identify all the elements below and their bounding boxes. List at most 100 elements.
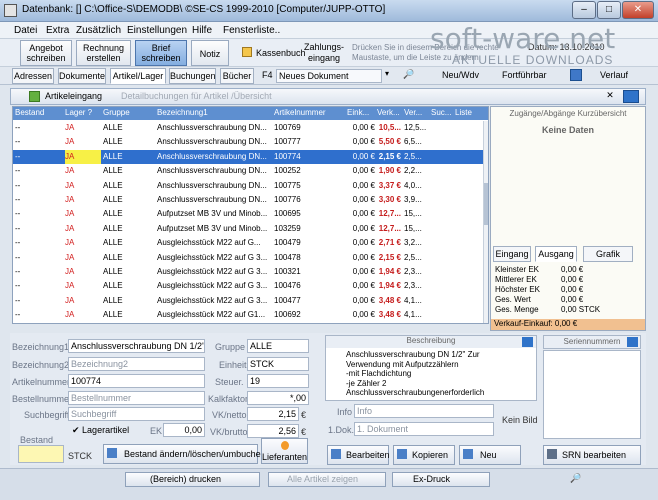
table-row[interactable]: -- JA ALLE Ausgleichsstück M22 auf G1... 100…: [13, 308, 488, 322]
status-search-icon[interactable]: 🔎: [570, 473, 581, 484]
tab-grafik[interactable]: Grafik: [583, 246, 633, 262]
table-row[interactable]: -- JA ALLE Ausgleichsstück M22 auf G 3... 10…: [13, 279, 488, 293]
angebot-button[interactable]: Angebot schreiben: [20, 40, 72, 66]
article-table: Bestand Lager ? Gruppe Bezeichnung1 Arti…: [12, 106, 489, 324]
beschreibung-toggle-icon[interactable]: [522, 337, 533, 347]
table-cell: 3,48 €: [378, 310, 401, 320]
ex-druck-button[interactable]: Ex-Druck: [392, 472, 490, 487]
fortfuehrbar-button[interactable]: Fortführbar: [502, 70, 547, 80]
bereich-drucken-button[interactable]: (Bereich) drucken: [125, 472, 260, 487]
table-row[interactable]: -- JA ALLE Anschlussverschraubung DN... 1007…: [13, 121, 488, 135]
bestellnummer-field[interactable]: Bestellnummer: [68, 391, 205, 405]
menu-fensterliste[interactable]: Fensterliste..: [223, 25, 280, 36]
col-bestand[interactable]: Bestand: [15, 108, 63, 117]
bezeichnung2-field[interactable]: Bezeichnung2: [68, 357, 205, 371]
lieferanten-icon: [281, 441, 289, 450]
tab-buecher[interactable]: Bücher: [220, 68, 254, 84]
table-row[interactable]: -- JA ALLE Aufputzset MB 3V und Minob... 103…: [13, 222, 488, 236]
col-lager[interactable]: Lager ?: [65, 108, 101, 117]
table-cell: 10,5...: [378, 123, 401, 132]
kalkfaktor-label: Kalkfaktor: [208, 394, 249, 404]
menu-hilfe[interactable]: Hilfe: [192, 25, 212, 36]
table-row[interactable]: -- JA ALLE Anschlussverschraubung DN... 1007…: [13, 179, 488, 193]
table-cell: 12,7...: [378, 223, 401, 233]
close-button[interactable]: ✕: [622, 1, 654, 19]
zahlungseingang-label-2: eingang: [307, 53, 341, 63]
table-row[interactable]: -- JA ALLE Anschlussverschraubung DN... 1007…: [13, 193, 488, 207]
artikeleingang-button[interactable]: Artikeleingang: [45, 91, 102, 101]
neu-wdv-button[interactable]: Neu/Wdv: [442, 70, 479, 80]
verlauf-button[interactable]: Verlauf: [600, 70, 628, 80]
table-row[interactable]: -- JA ALLE Anschlussverschraubung DN... 1007…: [13, 149, 488, 165]
bestand-aendern-button[interactable]: Bestand ändern/löschen/umbuchen: [103, 444, 266, 464]
stat-value: 0,00 €: [561, 285, 584, 294]
info-field[interactable]: Info: [354, 404, 494, 418]
col-suche[interactable]: Suc...: [431, 108, 453, 117]
tab-artikel-lager[interactable]: Artikel/Lager: [110, 68, 166, 84]
table-cell: ALLE: [103, 295, 123, 305]
table-cell: 100692: [274, 310, 301, 320]
table-cell: ALLE: [103, 195, 123, 204]
artikelnummer-field[interactable]: 100774: [68, 374, 205, 388]
col-gruppe[interactable]: Gruppe: [103, 108, 153, 117]
table-row[interactable]: -- JA ALLE Ausgleichsstück M22 auf G 3... 10…: [13, 251, 488, 265]
neues-dokument-dropdown[interactable]: Neues Dokument: [276, 69, 382, 83]
table-row[interactable]: -- JA ALLE Aufputzset MB 3V und Minob... 100…: [13, 207, 488, 221]
brief-button[interactable]: Brief schreiben: [135, 40, 187, 66]
watermark-sub: AKTUELLE DOWNLOADS: [452, 53, 614, 67]
kassenbuch-button[interactable]: Kassenbuch: [256, 48, 306, 58]
bezeichnung1-field[interactable]: Anschlussverschraubung DN 1/2" ve: [68, 339, 205, 353]
col-artikelnummer[interactable]: Artikelnummer: [274, 108, 344, 117]
table-scrollbar[interactable]: [483, 121, 488, 323]
window-title: Datenbank: [] C:\Office-S\DEMODB\ ©SE-CS…: [22, 4, 386, 15]
table-row[interactable]: -- JA ALLE Anschlussverschraubung DN... 1002…: [13, 164, 488, 178]
tab-dokumente[interactable]: Dokumente: [58, 68, 106, 84]
tab-adressen[interactable]: Adressen: [12, 68, 54, 84]
tab-eingang[interactable]: Eingang: [493, 246, 531, 262]
table-row[interactable]: -- JA ALLE Ausgleichsstück M22 auf G 3... 10…: [13, 294, 488, 308]
col-einkauf[interactable]: Eink...: [347, 108, 375, 117]
tab-buchungen[interactable]: Buchungen: [169, 68, 216, 84]
menu-extra[interactable]: Extra: [46, 25, 69, 36]
minimize-button[interactable]: –: [572, 1, 596, 19]
beschreibung-box[interactable]: Beschreibung Anschlussverschraubung DN 1…: [325, 335, 537, 401]
seriennummern-toggle-icon[interactable]: [627, 337, 638, 347]
col-verkauf[interactable]: Verk...: [377, 108, 401, 117]
table-cell: 2,71 €: [378, 238, 401, 248]
notiz-button[interactable]: Notiz: [191, 40, 229, 66]
table-row[interactable]: -- JA ALLE Ausgleichsstück M22 auf G... 1004…: [13, 236, 488, 250]
maximize-button[interactable]: □: [597, 1, 621, 19]
dok-field[interactable]: 1. Dokument: [354, 422, 494, 436]
bestand-aendern-label: Bestand ändern/löschen/umbuchen: [124, 449, 266, 459]
zahlungseingang-button[interactable]: Zahlungs- eingang: [304, 42, 344, 64]
arrow-right-icon[interactable]: [570, 69, 582, 81]
srn-bearbeiten-button[interactable]: SRN bearbeiten: [543, 445, 641, 465]
lagerartikel-checkbox[interactable]: ✔ Lagerartikel: [72, 425, 129, 436]
einheit-select[interactable]: STCK: [247, 357, 309, 371]
table-row[interactable]: -- JA ALLE Ausgleichsstück M22 auf G 3... 10…: [13, 265, 488, 279]
steuer-select[interactable]: 19: [247, 374, 309, 388]
search-icon[interactable]: 🔎: [403, 69, 414, 80]
gruppe-select[interactable]: ALLE: [247, 339, 309, 353]
seriennummern-list[interactable]: [543, 350, 641, 439]
col-liste[interactable]: Liste: [455, 108, 479, 117]
scroll-thumb[interactable]: [484, 183, 488, 225]
vkbrutto-field[interactable]: 2,56: [247, 424, 299, 438]
rechnung-button[interactable]: Rechnung erstellen: [76, 40, 131, 66]
vknetto-field[interactable]: 2,15: [247, 407, 299, 421]
col-verkauf2[interactable]: Ver...: [404, 108, 428, 117]
col-bezeichnung1[interactable]: Bezeichnung1: [157, 108, 271, 117]
suchbegriff-field[interactable]: Suchbegriff: [68, 407, 205, 421]
menu-zusaetzlich[interactable]: Zusätzlich: [76, 25, 121, 36]
info-label: Info: [337, 407, 353, 417]
kalkfaktor-field[interactable]: *,00: [247, 391, 309, 405]
dropdown-arrow-icon[interactable]: ▾: [385, 69, 395, 81]
panel-toggle-icon[interactable]: [623, 90, 639, 103]
menu-datei[interactable]: Datei: [14, 25, 37, 36]
tab-ausgang[interactable]: Ausgang: [535, 246, 577, 262]
table-row[interactable]: -- JA ALLE Anschlussverschraubung DN... 1007…: [13, 135, 488, 149]
close-filter-icon[interactable]: ✕: [603, 90, 617, 103]
stat-label: Ges. Menge: [495, 305, 539, 314]
ek-field[interactable]: 0,00: [163, 423, 205, 437]
menu-einstellungen[interactable]: Einstellungen: [127, 25, 187, 36]
